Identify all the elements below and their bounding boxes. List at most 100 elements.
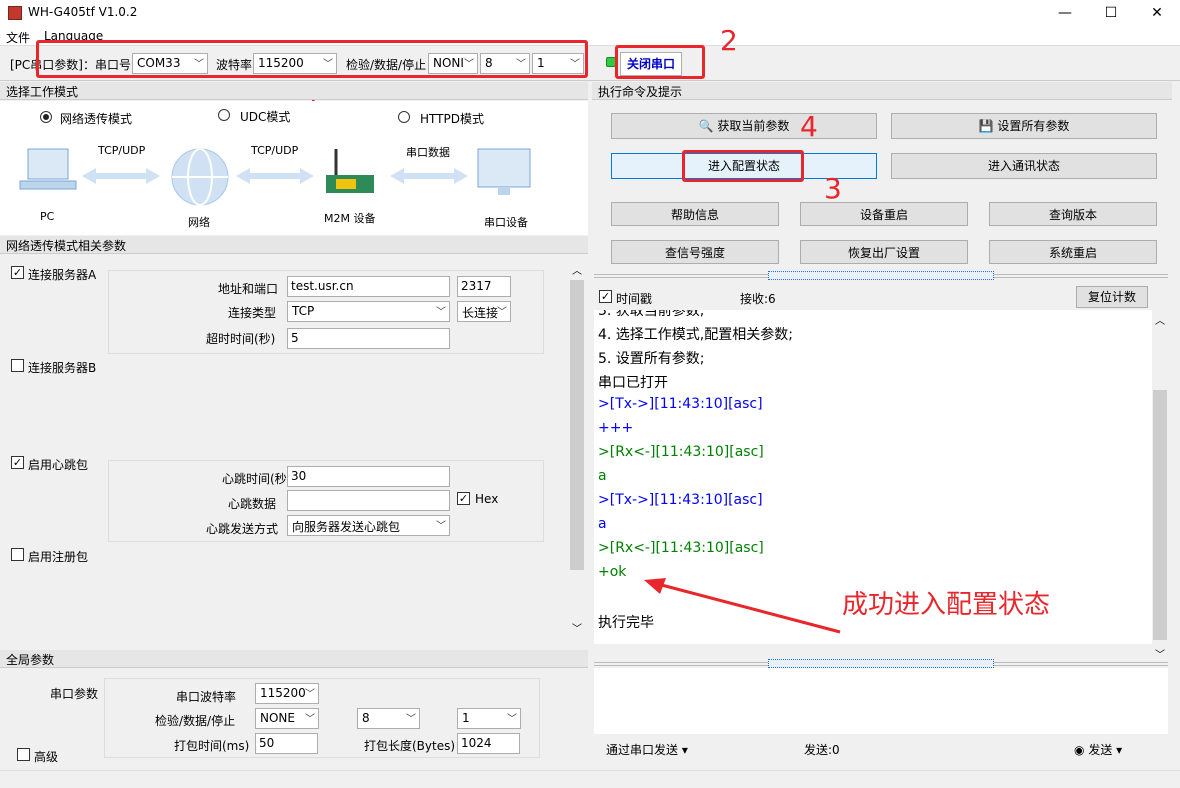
heartbeat-checkbox[interactable]: ✓ bbox=[11, 456, 24, 469]
chevron-down-icon: ﹀ bbox=[507, 714, 517, 725]
global-stop-bits-select[interactable]: 1 ﹀ bbox=[457, 708, 521, 729]
title-bar: WH-G405tf V1.0.2 — ☐ ✕ bbox=[0, 0, 1180, 26]
commands-header: 执行命令及提示 bbox=[592, 82, 1172, 100]
hb-time-label: 心跳时间(秒) bbox=[222, 472, 286, 486]
mode-radio-net[interactable] bbox=[40, 111, 52, 123]
hb-mode-select[interactable]: 向服务器发送心跳包 ﹀ bbox=[287, 515, 450, 536]
splitter-grip-top[interactable] bbox=[768, 271, 994, 280]
server-a-checkbox[interactable]: ✓ bbox=[11, 266, 24, 279]
diagram-label-tcp2: TCP/UDP bbox=[251, 144, 299, 157]
diagram-label-network: 网络 bbox=[188, 216, 210, 229]
global-baud-label: 串口波特率 bbox=[176, 690, 237, 704]
port-input[interactable]: 2317 bbox=[457, 276, 511, 297]
scroll-thumb[interactable] bbox=[570, 280, 584, 570]
get-params-button[interactable]: 🔍 获取当前参数 bbox=[611, 113, 877, 139]
annotation-box-2 bbox=[615, 45, 705, 79]
hb-data-input[interactable] bbox=[287, 490, 450, 511]
log-line: 串口已打开 bbox=[598, 375, 668, 391]
diagram-label-m2m: M2M 设备 bbox=[324, 212, 376, 225]
diagram-label-tcp1: TCP/UDP bbox=[98, 144, 146, 157]
conn-mode-select[interactable]: 长连接 ﹀ bbox=[457, 301, 511, 322]
signal-button[interactable]: 查信号强度 bbox=[611, 240, 779, 264]
global-data-bits-select[interactable]: 8 ﹀ bbox=[357, 708, 420, 729]
scroll-down-icon: ﹀ bbox=[1155, 650, 1165, 661]
scroll-up-icon: ︿ bbox=[572, 266, 582, 277]
addr-input[interactable]: test.usr.cn bbox=[287, 276, 450, 297]
annotation-arrow-icon bbox=[644, 578, 841, 634]
close-button[interactable]: ✕ bbox=[1134, 0, 1180, 26]
chevron-down-icon: ﹀ bbox=[436, 307, 446, 318]
left-scrollbar[interactable]: ︿ ﹀ bbox=[568, 260, 586, 636]
timestamp-label[interactable]: 时间戳 bbox=[616, 290, 652, 307]
hb-time-input[interactable]: 30 bbox=[287, 466, 450, 487]
globe-icon bbox=[171, 148, 229, 206]
advanced-label[interactable]: 高级 bbox=[34, 748, 58, 765]
restart-button[interactable]: 设备重启 bbox=[800, 202, 968, 226]
global-baud-select[interactable]: 115200 ﹀ bbox=[255, 683, 319, 704]
log-line: >[Tx->][11:43:10][asc] bbox=[598, 396, 763, 412]
server-b-checkbox[interactable] bbox=[11, 359, 24, 372]
enter-comm-button[interactable]: 进入通讯状态 bbox=[891, 153, 1157, 179]
mode-radio-udc[interactable] bbox=[218, 109, 230, 121]
sent-count: 发送:0 bbox=[804, 743, 840, 757]
diagram-label-pc: PC bbox=[40, 210, 55, 223]
chevron-down-icon: ﹀ bbox=[305, 714, 315, 725]
send-input[interactable] bbox=[594, 668, 1168, 734]
pack-len-label: 打包长度(Bytes) bbox=[364, 739, 456, 753]
timeout-input[interactable]: 5 bbox=[287, 328, 450, 349]
global-parity-label: 检验/数据/停止 bbox=[155, 714, 236, 728]
log-scrollbar[interactable]: ︿ ﹀ bbox=[1152, 310, 1168, 661]
log-line: a bbox=[598, 468, 607, 484]
server-a-label[interactable]: 连接服务器A bbox=[28, 266, 96, 283]
server-b-label[interactable]: 连接服务器B bbox=[28, 359, 96, 376]
hex-label[interactable]: Hex bbox=[475, 492, 498, 506]
pack-time-input[interactable]: 50 bbox=[255, 733, 318, 754]
help-button[interactable]: 帮助信息 bbox=[611, 202, 779, 226]
scroll-thumb[interactable] bbox=[1153, 390, 1167, 640]
conn-type-label: 连接类型 bbox=[228, 306, 277, 320]
chevron-down-icon: ﹀ bbox=[497, 307, 507, 318]
diagram-label-serial-device: 串口设备 bbox=[484, 216, 528, 229]
menu-file[interactable]: 文件 bbox=[6, 29, 30, 46]
mode-option-httpd[interactable]: HTTPD模式 bbox=[420, 110, 484, 127]
net-params-panel: ✓ 连接服务器A 地址和端口 test.usr.cn 2317 连接类型 TCP… bbox=[0, 256, 568, 636]
save-icon: 💾 bbox=[978, 119, 994, 133]
register-label[interactable]: 启用注册包 bbox=[28, 548, 88, 565]
serial-params-label: 串口参数 bbox=[50, 687, 99, 701]
pack-len-input[interactable]: 1024 bbox=[457, 733, 520, 754]
advanced-checkbox[interactable] bbox=[17, 748, 30, 761]
pack-time-label: 打包时间(ms) bbox=[174, 739, 250, 753]
conn-type-select[interactable]: TCP ﹀ bbox=[287, 301, 450, 322]
log-line: >[Rx<-][11:43:10][asc] bbox=[598, 540, 764, 556]
arrow-icon bbox=[390, 168, 468, 184]
send-button[interactable]: ◉ 发送 ▾ bbox=[1074, 741, 1122, 758]
mode-radio-httpd[interactable] bbox=[398, 111, 410, 123]
maximize-button[interactable]: ☐ bbox=[1088, 0, 1134, 26]
net-params-header: 网络透传模式相关参数 bbox=[0, 236, 588, 254]
heartbeat-label[interactable]: 启用心跳包 bbox=[28, 456, 88, 473]
register-checkbox[interactable] bbox=[11, 548, 24, 561]
minimize-button[interactable]: — bbox=[1042, 0, 1088, 26]
mode-option-udc[interactable]: UDC模式 bbox=[240, 108, 290, 125]
set-all-button[interactable]: 💾 设置所有参数 bbox=[891, 113, 1157, 139]
query-version-button[interactable]: 查询版本 bbox=[989, 202, 1157, 226]
chevron-down-icon: ﹀ bbox=[305, 689, 315, 700]
received-count: 接收:6 bbox=[740, 292, 776, 306]
global-parity-select[interactable]: NONE ﹀ bbox=[255, 708, 319, 729]
timestamp-checkbox[interactable]: ✓ bbox=[599, 290, 612, 303]
log-line: 3. 获取当前参数; bbox=[598, 310, 705, 319]
hex-checkbox[interactable]: ✓ bbox=[457, 492, 470, 505]
send-via-serial[interactable]: 通过串口发送 ▾ bbox=[606, 741, 688, 758]
reset-count-button[interactable]: 复位计数 bbox=[1076, 286, 1148, 308]
hb-data-label: 心跳数据 bbox=[228, 497, 277, 511]
system-restart-button[interactable]: 系统重启 bbox=[989, 240, 1157, 264]
mode-panel: 网络透传模式 UDC模式 HTTPD模式 TCP/UDP TCP/UDP 串口数… bbox=[0, 101, 588, 235]
chevron-down-icon: ﹀ bbox=[406, 714, 416, 725]
commands-panel: 🔍 获取当前参数 💾 设置所有参数 进入配置状态 进入通讯状态 帮助信息 设备重… bbox=[592, 101, 1172, 271]
mode-option-net[interactable]: 网络透传模式 bbox=[60, 110, 132, 127]
factory-reset-button[interactable]: 恢复出厂设置 bbox=[800, 240, 968, 264]
window-title: WH-G405tf V1.0.2 bbox=[28, 5, 138, 19]
splitter-grip-bottom[interactable] bbox=[768, 659, 994, 668]
diagram-label-serial-data: 串口数据 bbox=[406, 146, 450, 159]
log-line: >[Tx->][11:43:10][asc] bbox=[598, 492, 763, 508]
